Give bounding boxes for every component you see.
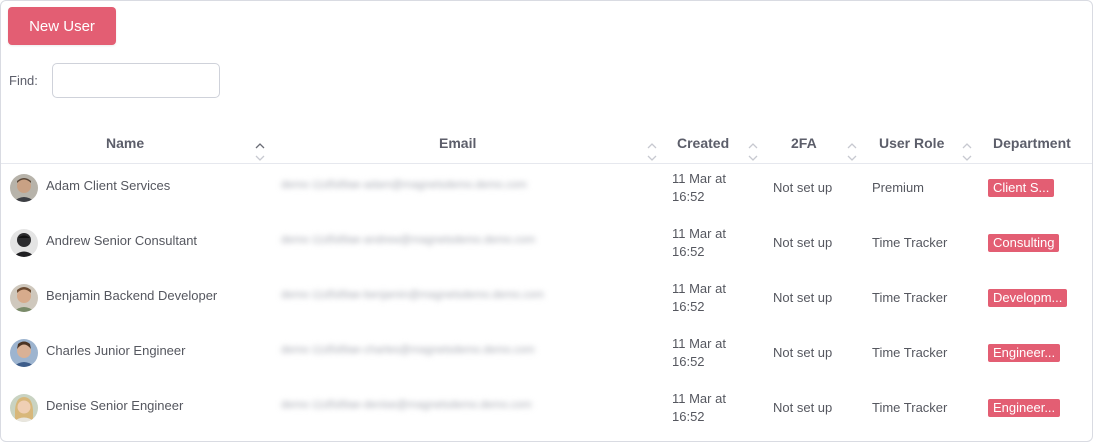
avatar bbox=[10, 229, 38, 257]
sort-icon[interactable] bbox=[255, 142, 265, 162]
user-email: demo-11d5d9ae-benjamin@magnetsdemo.demo.… bbox=[281, 289, 544, 301]
table-row[interactable]: Adam Client Services demo-11d5d9ae-adam@… bbox=[1, 161, 1092, 216]
avatar bbox=[10, 284, 38, 312]
table-row[interactable]: Charles Junior Engineer demo-11d5d9ae-ch… bbox=[1, 326, 1092, 381]
column-header-created[interactable]: Created bbox=[677, 135, 729, 151]
user-email: demo-11d5d9ae-andrew@magnetsdemo.demo.co… bbox=[281, 234, 536, 246]
user-role: Time Tracker bbox=[872, 345, 948, 360]
created-time-line: 16:52 bbox=[672, 409, 705, 424]
user-role: Time Tracker bbox=[872, 400, 948, 415]
created-date: 11 Mar at 16:52 bbox=[672, 335, 732, 371]
table-header: Name Email Created 2FA User Role Departm… bbox=[1, 129, 1092, 164]
created-time-line: 16:52 bbox=[672, 299, 705, 314]
created-date: 11 Mar at 16:52 bbox=[672, 280, 732, 316]
column-header-department[interactable]: Department bbox=[993, 135, 1071, 151]
find-label: Find: bbox=[9, 73, 38, 88]
user-name[interactable]: Andrew Senior Consultant bbox=[46, 233, 197, 248]
department-badge[interactable]: Client S... bbox=[988, 179, 1055, 197]
user-email: demo-11d5d9ae-charles@magnetsdemo.demo.c… bbox=[281, 344, 535, 356]
two-factor-status: Not set up bbox=[773, 290, 833, 305]
user-email: demo-11d5d9ae-denise@magnetsdemo.demo.co… bbox=[281, 399, 532, 411]
user-role: Premium bbox=[872, 180, 925, 195]
sort-icon[interactable] bbox=[962, 142, 972, 162]
department-badge[interactable]: Engineer... bbox=[988, 344, 1061, 362]
user-name[interactable]: Benjamin Backend Developer bbox=[46, 288, 217, 303]
table-row[interactable]: Benjamin Backend Developer demo-11d5d9ae… bbox=[1, 271, 1092, 326]
table-row[interactable]: Andrew Senior Consultant demo-11d5d9ae-a… bbox=[1, 216, 1092, 271]
user-email: demo-11d5d9ae-adam@magnetsdemo.demo.com bbox=[281, 179, 527, 191]
sort-icon[interactable] bbox=[748, 142, 758, 162]
users-panel: New User Find: Name Email Created 2FA Us… bbox=[0, 0, 1093, 442]
created-date: 11 Mar at 16:52 bbox=[672, 390, 732, 426]
table-row[interactable]: Denise Senior Engineer demo-11d5d9ae-den… bbox=[1, 381, 1092, 436]
department-badge[interactable]: Engineer... bbox=[988, 399, 1061, 417]
created-time-line: 16:52 bbox=[672, 244, 705, 259]
sort-icon[interactable] bbox=[647, 142, 657, 162]
created-date-line: 11 Mar at bbox=[672, 391, 726, 406]
created-time-line: 16:52 bbox=[672, 189, 705, 204]
created-time-line: 16:52 bbox=[672, 354, 705, 369]
avatar bbox=[10, 394, 38, 422]
sort-icon[interactable] bbox=[847, 142, 857, 162]
two-factor-status: Not set up bbox=[773, 180, 833, 195]
two-factor-status: Not set up bbox=[773, 235, 833, 250]
created-date: 11 Mar at 16:52 bbox=[672, 170, 732, 206]
find-input[interactable] bbox=[52, 63, 220, 98]
avatar bbox=[10, 174, 38, 202]
column-header-2fa[interactable]: 2FA bbox=[791, 135, 817, 151]
user-name[interactable]: Denise Senior Engineer bbox=[46, 398, 183, 413]
user-role: Time Tracker bbox=[872, 235, 948, 250]
department-badge[interactable]: Consulting bbox=[988, 234, 1060, 252]
department-badge[interactable]: Developm... bbox=[988, 289, 1068, 307]
user-role: Time Tracker bbox=[872, 290, 948, 305]
created-date: 11 Mar at 16:52 bbox=[672, 225, 732, 261]
user-name[interactable]: Charles Junior Engineer bbox=[46, 343, 185, 358]
created-date-line: 11 Mar at bbox=[672, 171, 726, 186]
avatar bbox=[10, 339, 38, 367]
column-header-name[interactable]: Name bbox=[106, 135, 144, 151]
created-date-line: 11 Mar at bbox=[672, 226, 726, 241]
column-header-user-role[interactable]: User Role bbox=[879, 135, 944, 151]
two-factor-status: Not set up bbox=[773, 345, 833, 360]
column-header-email[interactable]: Email bbox=[439, 135, 476, 151]
new-user-button[interactable]: New User bbox=[8, 7, 116, 45]
user-name[interactable]: Adam Client Services bbox=[46, 178, 170, 193]
created-date-line: 11 Mar at bbox=[672, 336, 726, 351]
created-date-line: 11 Mar at bbox=[672, 281, 726, 296]
two-factor-status: Not set up bbox=[773, 400, 833, 415]
